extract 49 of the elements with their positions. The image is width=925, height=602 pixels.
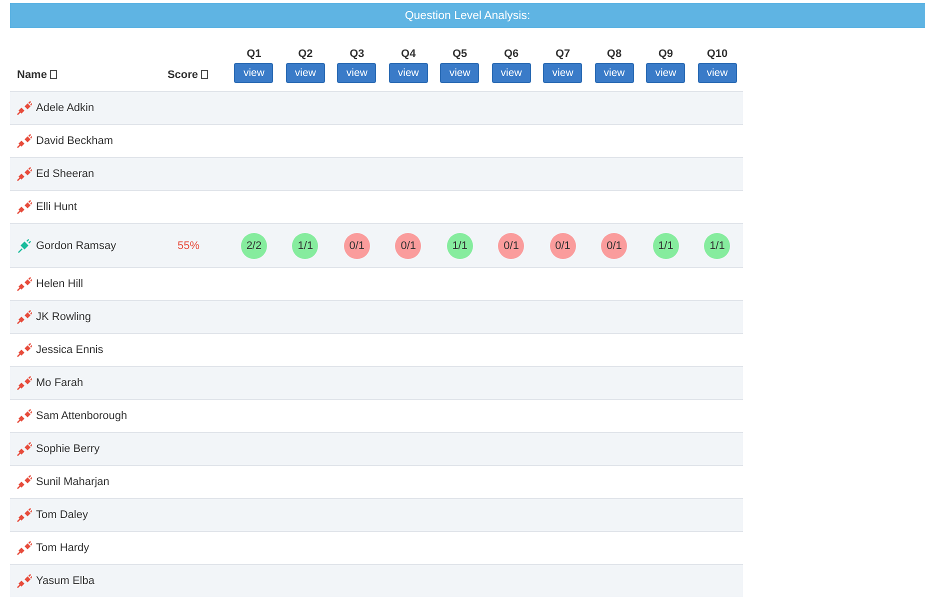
column-header[interactable]: Score [167,69,198,81]
mark-badge: 0/1 [550,232,576,258]
question-header: Q5 [452,48,468,60]
mark-badge: 1/1 [292,232,318,258]
score-value: 55% [176,240,200,252]
student-name[interactable]: Gordon Ramsay [36,240,116,252]
student-name[interactable]: Elli Hunt [36,201,77,213]
question-header: Q1 [246,48,262,60]
mark-badge: 0/1 [344,232,370,258]
mark-badge: 0/1 [395,232,422,258]
view-button[interactable]: view [337,63,376,83]
student-name[interactable]: Sophie Berry [36,443,100,455]
student-name[interactable]: Sam Attenborough [36,410,128,422]
student-name[interactable]: Jessica Ennis [36,344,104,356]
question-header: Q3 [348,48,366,60]
student-name[interactable]: Yasum Elba [36,575,94,587]
mark-badge: 2/2 [240,232,267,258]
student-name[interactable]: Tom Daley [36,509,88,521]
view-button[interactable]: view [234,63,274,83]
view-button[interactable]: view [594,63,634,83]
student-name[interactable]: Adele Adkin [36,102,94,114]
question-header: Q2 [297,48,314,60]
student-name[interactable]: David Beckham [36,135,114,147]
mark-badge: 1/1 [652,232,679,258]
mark-badge: 1/1 [704,232,730,258]
question-header: Q10 [706,48,729,60]
student-name[interactable]: Mo Farah [36,377,84,389]
view-button[interactable]: view [543,63,582,83]
student-name[interactable]: Helen Hill [36,278,84,290]
question-header: Q7 [554,48,572,60]
student-name[interactable]: Sunil Maharjan [36,476,110,488]
student-name[interactable]: Tom Hardy [36,542,90,554]
view-button[interactable]: view [698,63,737,83]
banner-title: Question Level Analysis: [404,10,530,22]
view-button[interactable]: view [646,63,686,83]
question-header: Q8 [606,48,623,60]
view-button[interactable]: view [286,63,325,83]
mark-badge: 0/1 [601,232,628,258]
student-name[interactable]: Ed Sheeran [36,168,94,180]
question-header: Q6 [502,48,520,60]
mark-badge: 1/1 [446,232,473,258]
view-button[interactable]: view [388,63,428,83]
view-button[interactable]: view [440,63,480,83]
view-button[interactable]: view [492,63,531,83]
mark-badge: 0/1 [498,232,524,258]
question-header: Q4 [400,48,417,60]
column-header[interactable]: Name [17,69,47,81]
student-name[interactable]: JK Rowling [36,311,92,323]
question-header: Q9 [657,48,674,60]
